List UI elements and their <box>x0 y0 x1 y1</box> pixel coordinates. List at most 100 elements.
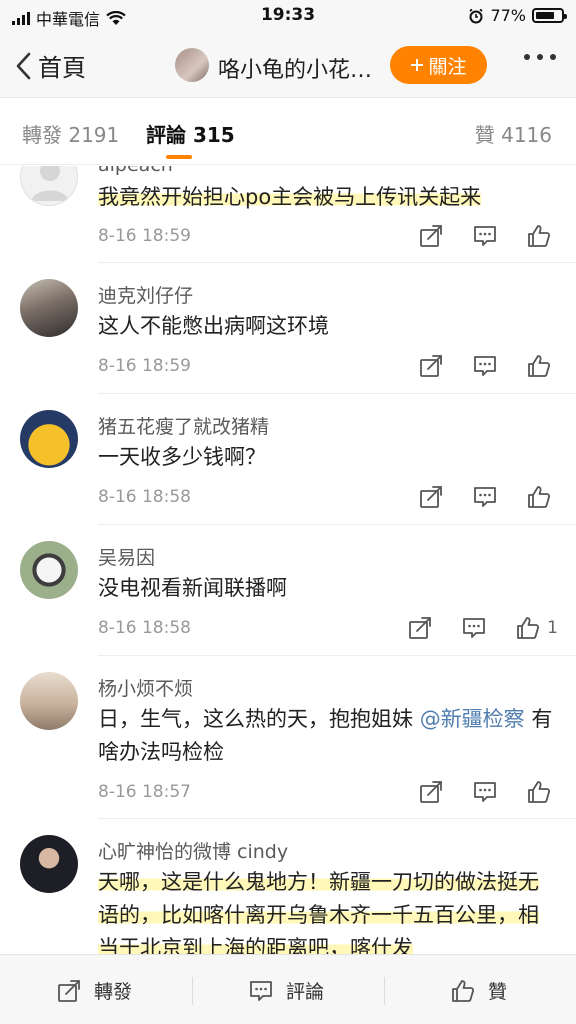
bottom-action-bar: 轉發 評論 贊 <box>0 954 576 1024</box>
repost-button[interactable] <box>418 484 444 510</box>
repost-label: 轉發 <box>94 981 133 1003</box>
comment-actions <box>418 223 558 249</box>
share-box-icon <box>420 225 442 247</box>
battery-icon <box>532 8 567 23</box>
thumbs-up-icon <box>528 355 551 377</box>
like-button[interactable]: 1 <box>515 615 558 641</box>
thumbs-up-icon <box>528 781 551 803</box>
like-button[interactable] <box>526 223 558 249</box>
comment-username[interactable]: 杨小烦不烦 <box>98 674 193 701</box>
comment-text: 天哪，这是什么鬼地方！新疆一刀切的做法挺无语的，比如喀什离开乌鲁木齐一千五百公里… <box>98 866 558 954</box>
reply-button[interactable] <box>461 615 487 641</box>
comment-time: 8-16 18:59 <box>98 356 191 376</box>
comment-text: 我竟然开始担心po主会被马上传讯关起来 <box>98 181 558 214</box>
reply-button[interactable] <box>472 223 498 249</box>
comment-username[interactable]: alpeach <box>98 166 173 176</box>
comment-time: 8-16 18:58 <box>98 487 191 507</box>
comment-item: alpeach 我竟然开始担心po主会被马上传讯关起来 8-16 18:59 <box>0 166 576 263</box>
comment-username[interactable]: 心旷神怡的微博 cindy <box>98 837 288 864</box>
speech-bubble-icon <box>474 487 496 507</box>
comment-bar-button[interactable]: 評論 <box>248 977 324 1004</box>
author-avatar[interactable] <box>175 48 209 82</box>
comment-actions <box>418 779 558 805</box>
comment-item: 迪克刘仔仔 这人不能憋出病啊这环境 8-16 18:59 <box>0 263 576 394</box>
comment-actions: 1 <box>407 615 558 641</box>
back-button[interactable]: 首頁 <box>14 48 86 83</box>
follow-button[interactable]: 關注 <box>390 46 487 84</box>
status-right: 77% <box>468 6 567 25</box>
thumbs-up-icon <box>452 979 475 1002</box>
comment-username[interactable]: 吴易因 <box>98 543 155 570</box>
avatar[interactable] <box>20 279 78 337</box>
avatar[interactable] <box>20 672 78 730</box>
comment-time: 8-16 18:57 <box>98 782 191 802</box>
repost-button[interactable] <box>407 615 433 641</box>
avatar[interactable] <box>20 835 78 893</box>
comment-list[interactable]: alpeach 我竟然开始担心po主会被马上传讯关起来 8-16 18:59 迪… <box>0 166 576 954</box>
tab-comments[interactable]: 評論 315 <box>146 119 235 148</box>
like-button[interactable] <box>526 353 558 379</box>
battery-percent: 77% <box>490 6 526 25</box>
reply-button[interactable] <box>472 484 498 510</box>
comment-time: 8-16 18:58 <box>98 618 191 638</box>
thumbs-up-icon <box>517 617 540 639</box>
comment-text-span: 我竟然开始担心po主会被马上传讯关起来 <box>98 185 482 209</box>
comment-label: 評論 <box>286 981 325 1003</box>
active-tab-indicator <box>166 155 192 159</box>
tab-likes[interactable]: 贊 4116 <box>475 119 552 148</box>
speech-bubble-icon <box>474 356 496 376</box>
follow-label: 關注 <box>428 55 467 78</box>
comment-text-before: 日，生气，这么热的天，抱抱姐妹 <box>98 707 420 731</box>
share-box-icon <box>420 486 442 508</box>
comment-text: 一天收多少钱啊？ <box>98 445 266 469</box>
mention-link[interactable]: @新疆检察 <box>420 707 525 731</box>
comment-actions <box>418 484 558 510</box>
more-options-button[interactable] <box>524 54 556 60</box>
comment-text: 日，生气，这么热的天，抱抱姐妹 @新疆检察 有啥办法吗检检 <box>98 703 558 769</box>
reply-button[interactable] <box>472 779 498 805</box>
share-box-icon <box>409 617 432 639</box>
comment-item: 猪五花瘦了就改猪精 一天收多少钱啊？ 8-16 18:58 <box>0 394 576 525</box>
share-box-icon <box>420 355 442 377</box>
like-button[interactable] <box>526 779 558 805</box>
avatar[interactable] <box>20 541 78 599</box>
comment-item: 吴易因 没电视看新闻联播啊 8-16 18:58 1 <box>0 525 576 656</box>
page-title: 咯小龟的小花… <box>218 58 373 83</box>
dot-icon <box>550 54 556 60</box>
dot-icon <box>537 54 543 60</box>
chevron-left-icon <box>16 52 31 79</box>
navigation-bar: 首頁 咯小龟的小花… 關注 <box>0 34 576 98</box>
speech-bubble-icon <box>474 226 496 246</box>
like-bar-button[interactable]: 贊 <box>450 977 507 1004</box>
comment-item: 心旷神怡的微博 cindy 天哪，这是什么鬼地方！新疆一刀切的做法挺无语的，比如… <box>0 819 576 954</box>
divider <box>192 977 193 1005</box>
comment-text: 没电视看新闻联播啊 <box>98 576 287 600</box>
share-box-icon <box>58 979 80 1002</box>
default-user-icon <box>31 166 69 201</box>
repost-bar-button[interactable]: 轉發 <box>56 977 132 1004</box>
thumbs-up-icon <box>528 225 551 247</box>
speech-bubble-icon <box>474 782 496 802</box>
reply-button[interactable] <box>472 353 498 379</box>
avatar[interactable] <box>20 410 78 468</box>
avatar[interactable] <box>20 166 78 206</box>
comment-text: 这人不能憋出病啊这环境 <box>98 314 329 338</box>
repost-button[interactable] <box>418 353 444 379</box>
like-count: 1 <box>547 618 558 638</box>
repost-button[interactable] <box>418 779 444 805</box>
like-label: 贊 <box>488 981 508 1003</box>
speech-bubble-icon <box>250 980 272 1001</box>
back-label: 首頁 <box>38 54 86 82</box>
comment-actions <box>418 353 558 379</box>
like-button[interactable] <box>526 484 558 510</box>
dot-icon <box>524 54 530 60</box>
share-box-icon <box>420 781 442 803</box>
tab-reposts[interactable]: 轉發 2191 <box>22 119 119 148</box>
comment-username[interactable]: 迪克刘仔仔 <box>98 281 193 308</box>
tab-bar: 轉發 2191 評論 315 贊 4116 <box>0 99 576 165</box>
comment-time: 8-16 18:59 <box>98 226 191 246</box>
comment-username[interactable]: 猪五花瘦了就改猪精 <box>98 412 269 439</box>
repost-button[interactable] <box>418 223 444 249</box>
speech-bubble-icon <box>463 618 486 638</box>
divider <box>384 977 385 1005</box>
